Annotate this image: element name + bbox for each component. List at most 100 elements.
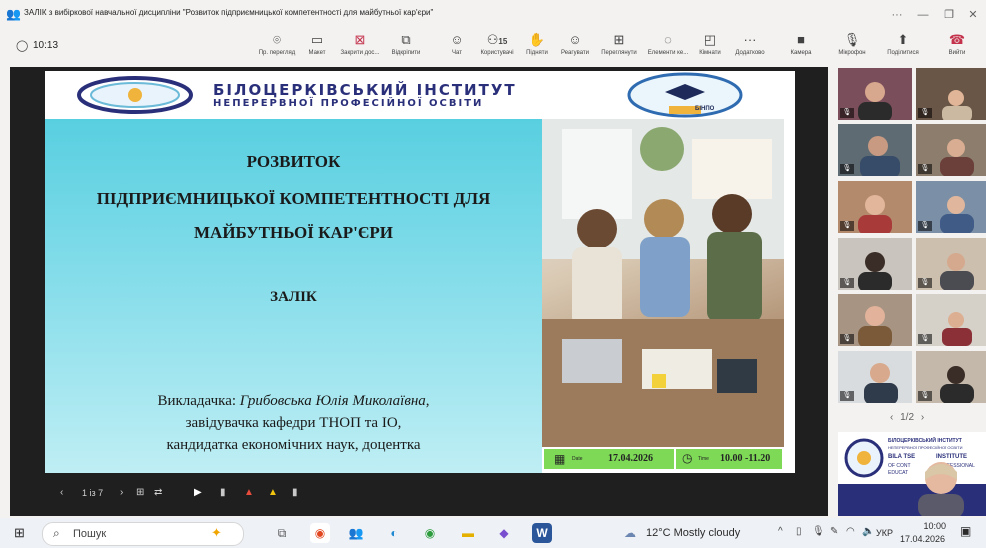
camera-button[interactable]: ■ Камера [784,30,818,64]
participant-tile[interactable]: 🎙 [916,351,986,403]
gallery-next-icon[interactable]: › [921,412,924,423]
teams-taskbar-icon[interactable]: 👥 [346,523,366,543]
red-pen-icon[interactable]: ▲ [244,487,254,498]
participant-avatar-icon [940,366,974,403]
participant-tile[interactable]: 🎙 [916,181,986,233]
tray-chevron-icon[interactable]: ^ [778,526,783,537]
grid-icon: ⊞ [613,32,625,47]
layout-button[interactable]: ▭ Макет [302,30,332,64]
participant-tile[interactable]: 🎙 [838,124,912,176]
participant-tile[interactable]: 🎙 [838,294,912,346]
window-title: ЗАЛІК з вибіркової навчальної дисципліни… [24,8,434,17]
participants-icon: ⚇15 [486,32,508,47]
teams-icon: 👥 [6,7,21,21]
participant-tile[interactable]: 🎙 [916,124,986,176]
next-slide-icon[interactable]: › [120,487,123,498]
rooms-button[interactable]: ◰ Кімнати [694,30,726,64]
chrome-profile-icon[interactable]: ◉ [420,523,440,543]
tray-pen-icon[interactable]: ✎ [830,526,838,537]
rooms-icon: ◰ [703,32,717,47]
file-explorer-icon[interactable]: ▬ [458,523,478,543]
clock-date[interactable]: 17.04.2026 [900,534,945,544]
react-button[interactable]: ☺ Реагувати [556,30,594,64]
time-box: ◷ Time 10.00 -11.20 [676,449,782,469]
notifications-icon[interactable]: ▣ [960,524,971,538]
close-button[interactable]: ✕ [958,4,986,26]
viber-icon[interactable]: ◆ [494,523,514,543]
participant-avatar-icon [940,139,974,176]
pop-out-button[interactable]: ⧉ Відкріпити [386,30,426,64]
participant-avatar-icon [942,312,972,346]
gallery-prev-icon[interactable]: ‹ [890,412,893,423]
clock-time[interactable]: 10:00 [912,521,946,531]
participant-avatar-icon [860,136,900,176]
language-indicator[interactable]: УКР [876,528,893,538]
wifi-icon[interactable]: ◠ [846,526,855,537]
microphone-button[interactable]: 🎙 Мікрофон [832,30,872,64]
weather-text[interactable]: 12°C Mostly cloudy [646,527,740,539]
settings-icon[interactable]: ⇄ [154,487,162,498]
camera-label: Камера [790,50,812,56]
tray-mic-icon[interactable]: 🎙 [812,526,825,537]
smile-icon: ☺ [568,32,582,47]
tray-device-icon[interactable]: ▯ [796,526,802,537]
share-button[interactable]: ⬆ Поділитися [882,30,924,64]
highlighter-icon[interactable]: ▲ [268,487,278,498]
presenter-view-button[interactable]: ⌾ Пр. перегляд [255,30,299,64]
windows-start-icon[interactable]: ⊞ [14,525,25,541]
date-label: Date [572,456,583,462]
participant-tile[interactable]: 🎙 [838,351,912,403]
participant-tile[interactable]: 🎙 [838,68,912,120]
rooms-label: Кімнати [699,50,721,56]
participant-avatar-icon [858,82,892,120]
calendar-icon: ▦ [554,452,566,466]
taskbar-search-box[interactable]: ⌕ Пошук ✦ [42,522,244,546]
participant-tile[interactable]: 🎙 [838,238,912,290]
participant-tile[interactable]: 🎙 [916,238,986,290]
seal-banner-text: БІНПО [695,106,715,112]
team-photo-image [542,119,784,447]
pointer-icon[interactable]: ▶ [194,487,202,498]
prev-slide-icon[interactable]: ‹ [60,487,63,498]
view-label: Переглянути [601,50,637,56]
pen-icon[interactable]: ▮ [220,487,226,498]
raise-hand-button[interactable]: ✋ Підняти [522,30,552,64]
meeting-toolbar: ◯ 10:13 ⌾ Пр. перегляд ▭ Макет ⊠ Закрити до… [0,30,986,64]
chrome-icon[interactable]: ◉ [310,523,330,543]
grid-view-icon[interactable]: ⊞ [136,487,144,498]
thumb-line7: EDUCAT [888,470,909,476]
slide-header: БІЛОЦЕРКІВСЬКИЙ ІНСТИТУТ НЕПЕРЕРВНОЇ ПРО… [45,71,795,119]
word-icon[interactable]: W [532,523,552,543]
participant-avatar-icon [858,195,892,233]
meeting-timer: 10:13 [33,40,59,51]
thumb-line2: НЕПЕРЕРВНОЇ ПРОФЕСІЙНОЇ ОСВІТИ [888,445,963,450]
more-label: Додатково [735,50,765,56]
edge-icon[interactable]: ◐ [384,523,404,543]
shield-icon: ◯ [16,40,29,52]
volume-icon[interactable]: 🔈 [862,526,874,537]
presenter-view-label: Пр. перегляд [258,50,296,56]
share-icon: ⬆ [897,32,909,47]
chat-icon: ☺ [450,32,464,47]
eraser-icon[interactable]: ▮ [292,487,298,498]
task-view-icon[interactable]: ⧉ [272,523,292,543]
stop-sharing-button[interactable]: ⊠ Закрити дос... [334,30,386,64]
chat-button[interactable]: ☺ Чат [446,30,468,64]
camera-icon: ■ [797,32,805,47]
stop-sharing-icon: ⊠ [354,32,366,47]
participant-tile[interactable]: 🎙 [916,68,986,120]
shared-screen-thumbnail[interactable]: БІЛОЦЕРКІВСЬКИЙ ІНСТИТУТ НЕПЕРЕРВНОЇ ПРО… [838,432,986,516]
view-button[interactable]: ⊞ Переглянути [596,30,642,64]
layout-label: Макет [308,50,326,56]
apps-icon: ◌ [664,32,672,47]
participant-tile[interactable]: 🎙 [838,181,912,233]
clock-icon: ◷ [682,451,693,465]
time-value: 10.00 -11.20 [720,453,771,464]
more-button[interactable]: ··· Додатково [730,30,770,64]
participants-button[interactable]: ⚇15 Користувачі [474,30,520,64]
participant-tile[interactable]: 🎙 [916,294,986,346]
teacher-label: Викладачка: [157,393,240,409]
apps-button[interactable]: ◌ Елементи ке... [644,30,692,64]
leave-button[interactable]: ☎ Вийти [940,30,974,64]
teacher-position-line2: кандидатка економічних наук, доцентка [166,437,421,453]
